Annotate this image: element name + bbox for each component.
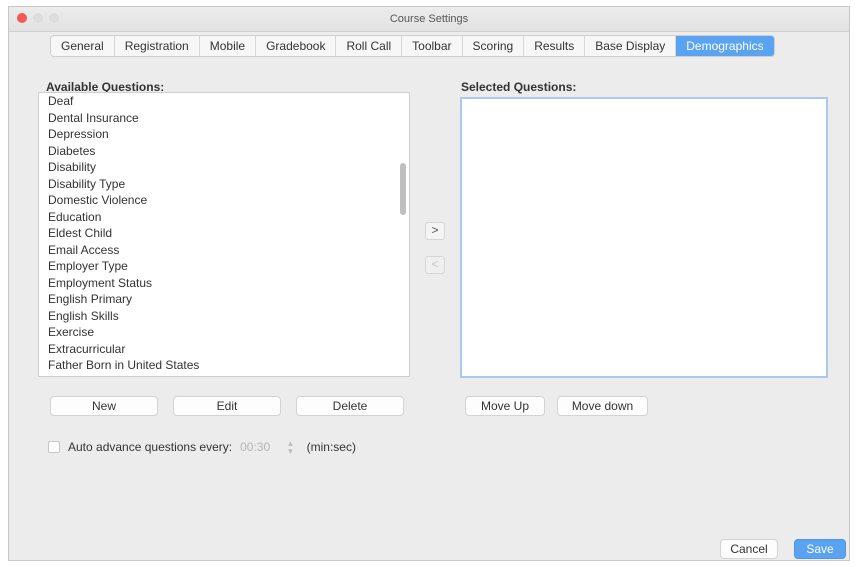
list-item[interactable]: Diabetes	[39, 143, 409, 160]
tab-registration[interactable]: Registration	[115, 36, 200, 56]
auto-advance-checkbox[interactable]	[48, 441, 60, 453]
tab-results[interactable]: Results	[524, 36, 586, 56]
list-item[interactable]: Disability Type	[39, 176, 409, 193]
chevron-right-icon: >	[431, 223, 439, 237]
list-item[interactable]: Father Born in United States	[39, 357, 409, 374]
remove-question-button[interactable]: <	[425, 256, 445, 274]
tab-demographics[interactable]: Demographics	[676, 36, 774, 56]
list-item[interactable]: Employer Type	[39, 258, 409, 275]
cancel-button[interactable]: Cancel	[720, 539, 778, 559]
tab-base-display[interactable]: Base Display	[585, 36, 677, 56]
stepper-arrows-icon[interactable]: ▴ ▾	[288, 439, 293, 456]
move-down-button[interactable]: Move down	[557, 396, 648, 416]
edit-button[interactable]: Edit	[173, 396, 281, 416]
list-item[interactable]: Exercise	[39, 324, 409, 341]
list-item[interactable]: Education	[39, 209, 409, 226]
auto-advance-label: Auto advance questions every:	[68, 440, 233, 454]
save-button[interactable]: Save	[794, 539, 846, 559]
auto-advance-time-input[interactable]: 00:30	[240, 439, 288, 455]
tab-mobile[interactable]: Mobile	[200, 36, 257, 56]
tab-toolbar[interactable]: Toolbar	[402, 36, 463, 56]
list-item[interactable]: English Skills	[39, 308, 409, 325]
settings-tab-bar: General Registration Mobile Gradebook Ro…	[50, 35, 775, 57]
list-item[interactable]: Eldest Child	[39, 225, 409, 242]
title-bar: Course Settings	[9, 7, 849, 32]
list-item[interactable]: English Primary	[39, 291, 409, 308]
list-item[interactable]: Email Access	[39, 242, 409, 259]
list-item[interactable]: Depression	[39, 126, 409, 143]
list-item[interactable]: Dental Insurance	[39, 110, 409, 127]
available-questions-list[interactable]: Deaf Dental Insurance Depression Diabete…	[38, 92, 410, 377]
tab-roll-call[interactable]: Roll Call	[336, 36, 403, 56]
list-item[interactable]: Deaf	[39, 93, 409, 110]
window-title: Course Settings	[389, 13, 469, 25]
list-scrollbar-thumb[interactable]	[400, 163, 406, 215]
selected-questions-list[interactable]	[460, 97, 828, 378]
list-item[interactable]: Extracurricular	[39, 341, 409, 358]
delete-button[interactable]: Delete	[296, 396, 404, 416]
move-up-button[interactable]: Move Up	[465, 396, 545, 416]
tab-scoring[interactable]: Scoring	[463, 36, 525, 56]
list-item[interactable]: Employment Status	[39, 275, 409, 292]
selected-questions-heading: Selected Questions:	[461, 80, 577, 94]
list-item[interactable]: Domestic Violence	[39, 192, 409, 209]
chevron-left-icon: <	[431, 257, 439, 271]
new-button[interactable]: New	[50, 396, 158, 416]
tab-gradebook[interactable]: Gradebook	[256, 36, 337, 56]
tab-general[interactable]: General	[51, 36, 115, 56]
list-item[interactable]: Disability	[39, 159, 409, 176]
add-question-button[interactable]: >	[425, 222, 445, 240]
auto-advance-row: Auto advance questions every: 00:30 ▴ ▾ (…	[48, 439, 356, 456]
time-unit-label: (min:sec)	[306, 440, 356, 454]
